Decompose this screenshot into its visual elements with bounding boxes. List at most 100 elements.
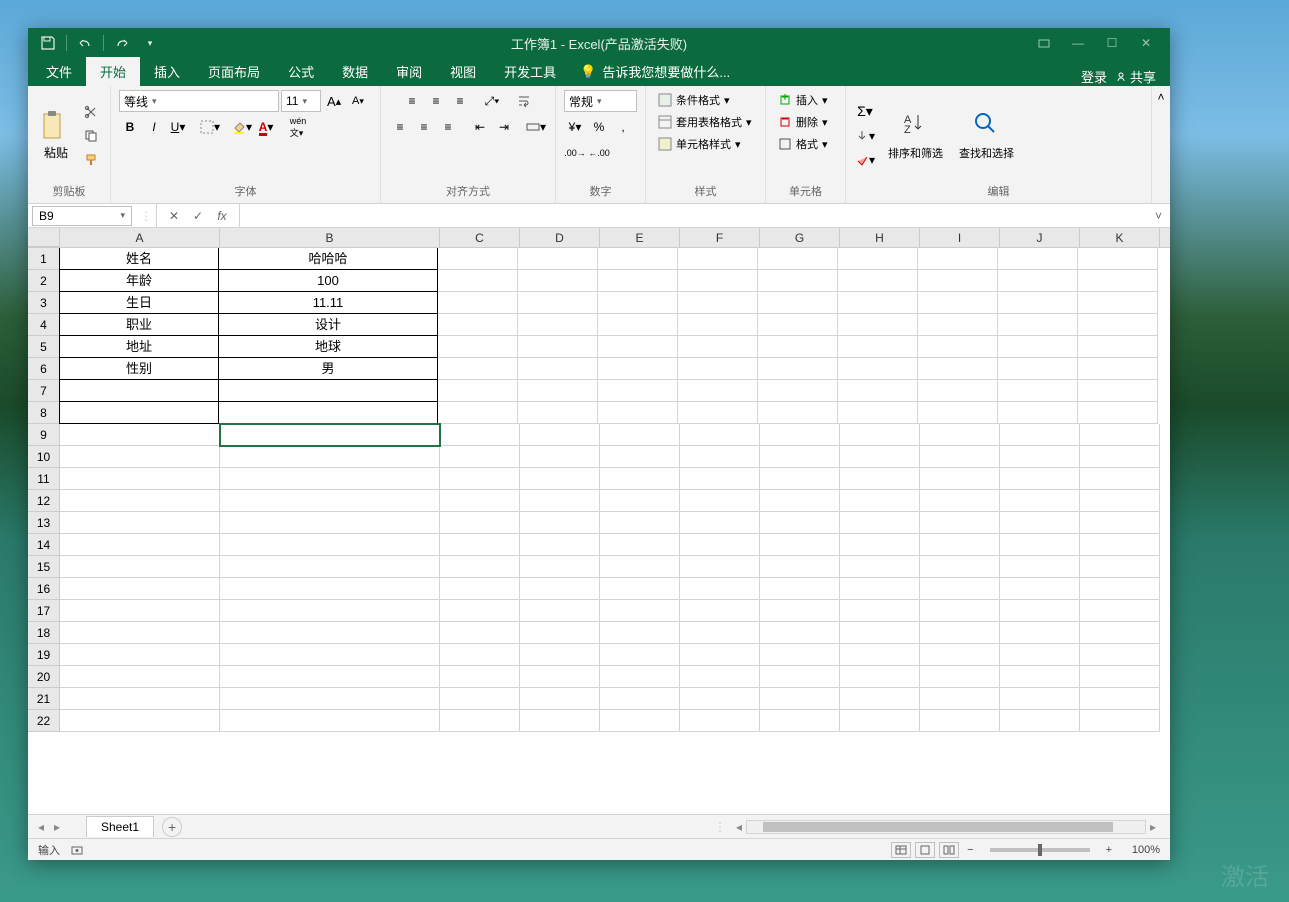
tab-insert[interactable]: 插入 [140, 57, 194, 86]
select-all-corner[interactable] [28, 228, 60, 247]
cell[interactable] [1078, 380, 1158, 402]
delete-cells-button[interactable]: 删除▾ [774, 112, 832, 132]
cell[interactable] [1000, 512, 1080, 534]
orientation-icon[interactable]: ⤢▾ [481, 90, 503, 112]
tab-data[interactable]: 数据 [328, 57, 382, 86]
cell[interactable] [1080, 468, 1160, 490]
cell[interactable] [60, 556, 220, 578]
cell[interactable] [1078, 358, 1158, 380]
row-header[interactable]: 16 [28, 578, 60, 600]
conditional-format-button[interactable]: 条件格式▾ [654, 90, 734, 110]
page-break-view-icon[interactable] [939, 842, 959, 858]
cell[interactable] [918, 402, 998, 424]
align-top-icon[interactable]: ≡ [401, 90, 423, 112]
cell[interactable] [840, 446, 920, 468]
cell[interactable] [520, 468, 600, 490]
cell[interactable] [520, 644, 600, 666]
cell[interactable] [840, 490, 920, 512]
increase-decimal-icon[interactable]: .00→ [564, 142, 586, 164]
cell[interactable] [840, 468, 920, 490]
cell[interactable] [598, 358, 678, 380]
cell[interactable] [220, 490, 440, 512]
currency-icon[interactable]: ¥▾ [564, 116, 586, 138]
sheet-tab-active[interactable]: Sheet1 [86, 816, 154, 837]
cell[interactable]: 地址 [59, 335, 219, 358]
cell[interactable] [60, 490, 220, 512]
cell[interactable] [60, 446, 220, 468]
cell[interactable] [600, 578, 680, 600]
cell[interactable] [758, 402, 838, 424]
cell[interactable] [600, 424, 680, 446]
cell[interactable] [680, 424, 760, 446]
zoom-slider[interactable] [990, 848, 1090, 852]
row-header[interactable]: 20 [28, 666, 60, 688]
cell[interactable] [918, 336, 998, 358]
font-name-dropdown[interactable]: 等线▾ [119, 90, 279, 112]
tab-home[interactable]: 开始 [86, 57, 140, 86]
add-sheet-icon[interactable]: + [162, 817, 182, 837]
cell[interactable] [440, 622, 520, 644]
close-icon[interactable]: ✕ [1130, 31, 1162, 55]
cell[interactable] [220, 512, 440, 534]
column-header[interactable]: G [760, 228, 840, 247]
cell[interactable] [518, 336, 598, 358]
cell[interactable] [59, 379, 219, 402]
cell[interactable] [758, 248, 838, 270]
cell[interactable] [758, 314, 838, 336]
cell[interactable] [518, 314, 598, 336]
cell[interactable] [760, 512, 840, 534]
fill-color-icon[interactable]: ▾ [231, 116, 253, 138]
cell[interactable] [840, 424, 920, 446]
align-left-icon[interactable]: ≡ [389, 116, 411, 138]
cell[interactable] [920, 468, 1000, 490]
cell[interactable] [838, 292, 918, 314]
collapse-ribbon-icon[interactable]: ˄ [1152, 86, 1170, 203]
cell[interactable] [840, 666, 920, 688]
cell[interactable] [1000, 446, 1080, 468]
cell[interactable] [1000, 600, 1080, 622]
autosum-icon[interactable]: Σ▾ [854, 101, 876, 123]
cell[interactable] [220, 578, 440, 600]
cell[interactable] [220, 644, 440, 666]
cell[interactable]: 哈哈哈 [218, 248, 438, 270]
align-right-icon[interactable]: ≡ [437, 116, 459, 138]
cell[interactable] [60, 600, 220, 622]
column-header[interactable]: F [680, 228, 760, 247]
cell[interactable] [220, 688, 440, 710]
cell[interactable] [760, 424, 840, 446]
cell[interactable] [680, 666, 760, 688]
cell[interactable] [1080, 622, 1160, 644]
cell[interactable] [598, 380, 678, 402]
zoom-level[interactable]: 100% [1120, 844, 1160, 856]
cell[interactable] [920, 512, 1000, 534]
paste-button[interactable]: 粘贴 [36, 108, 76, 163]
qat-customize-icon[interactable]: ▾ [138, 31, 162, 55]
cell[interactable] [680, 578, 760, 600]
cell[interactable] [438, 336, 518, 358]
cell[interactable] [1080, 710, 1160, 732]
column-header[interactable]: C [440, 228, 520, 247]
cell[interactable] [1080, 512, 1160, 534]
cell[interactable] [680, 490, 760, 512]
cell[interactable] [600, 446, 680, 468]
cell[interactable] [680, 446, 760, 468]
cell[interactable] [600, 666, 680, 688]
cell[interactable] [438, 248, 518, 270]
cell[interactable] [678, 380, 758, 402]
cell[interactable] [680, 534, 760, 556]
cell[interactable] [60, 622, 220, 644]
cell[interactable] [218, 401, 438, 424]
expand-formula-bar-icon[interactable]: ˅ [1147, 209, 1170, 223]
row-header[interactable]: 6 [28, 358, 60, 380]
cut-icon[interactable] [80, 101, 102, 123]
cell[interactable] [1078, 336, 1158, 358]
redo-icon[interactable] [110, 31, 134, 55]
normal-view-icon[interactable] [891, 842, 911, 858]
cell[interactable]: 姓名 [59, 248, 219, 270]
clear-icon[interactable]: ▾ [854, 149, 876, 171]
cell[interactable] [760, 622, 840, 644]
row-header[interactable]: 17 [28, 600, 60, 622]
cell[interactable] [438, 402, 518, 424]
cell[interactable] [1000, 578, 1080, 600]
cell[interactable] [520, 424, 600, 446]
